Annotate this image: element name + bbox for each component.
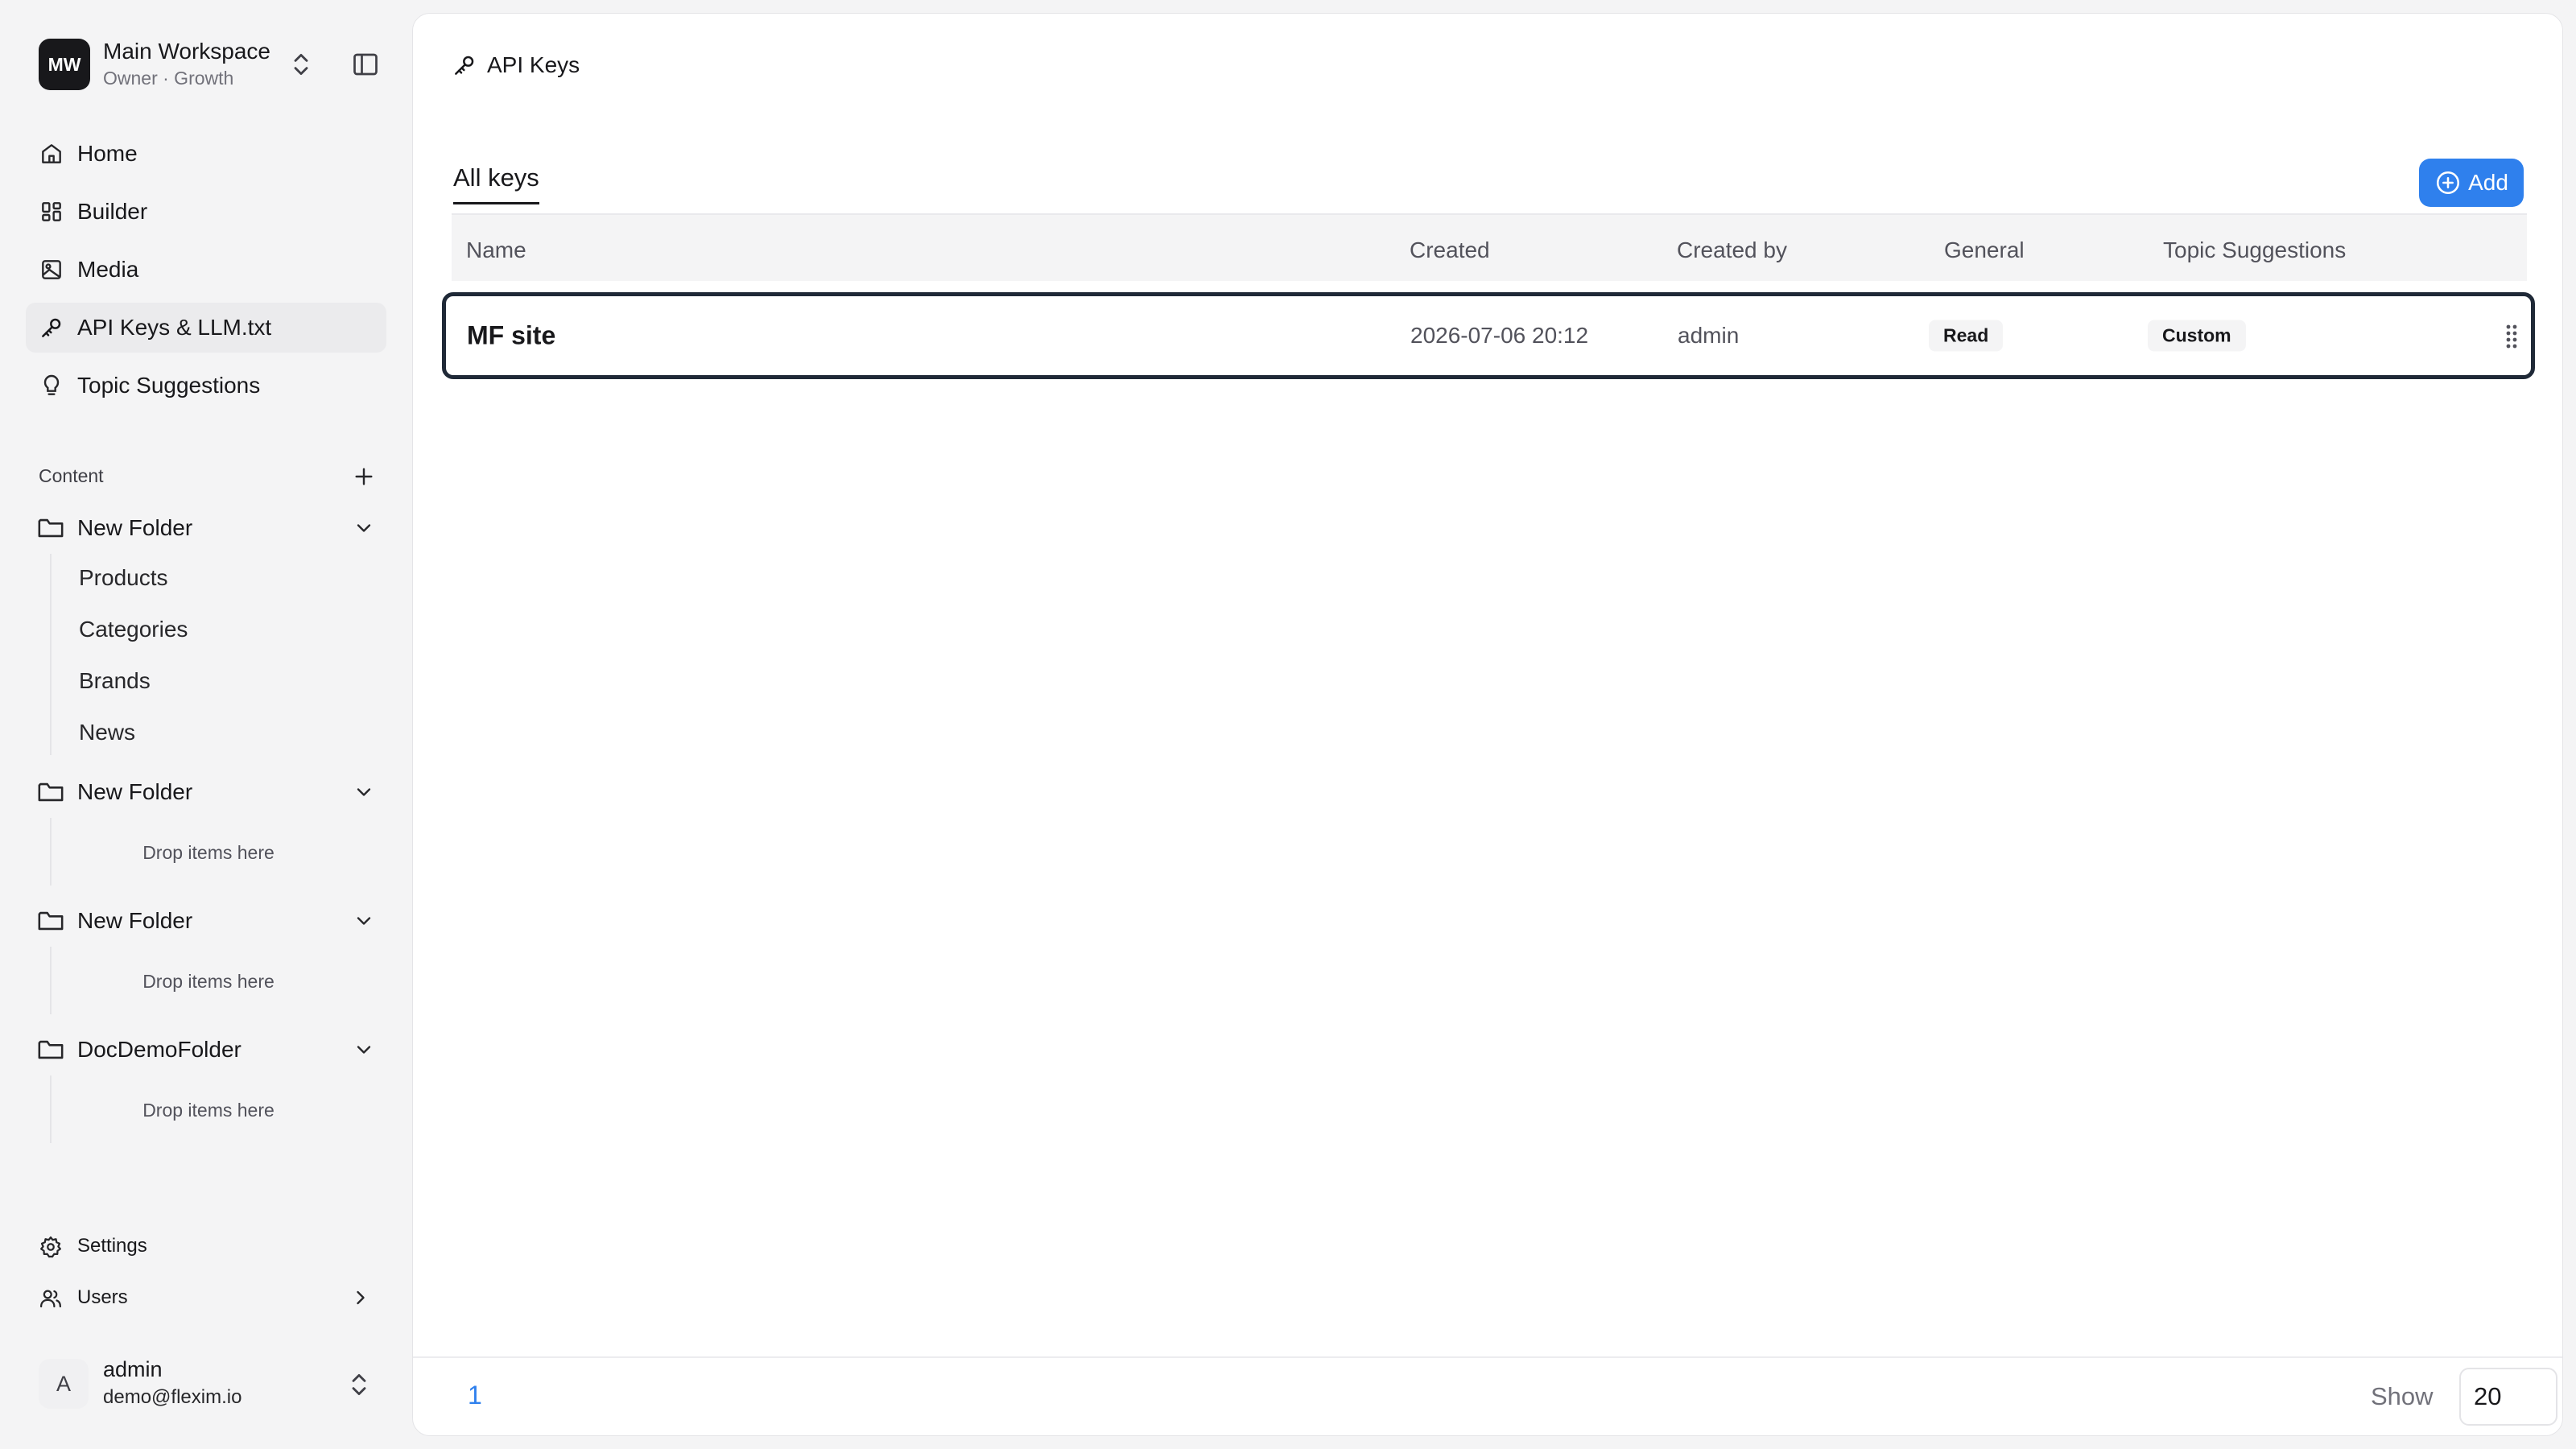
- home-icon: [42, 144, 61, 163]
- lightbulb-icon: [43, 374, 60, 395]
- chevron-down-icon[interactable]: [353, 910, 375, 932]
- page-size-input[interactable]: [2459, 1368, 2557, 1426]
- table-header: Name Created Created by General Topic Su…: [452, 213, 2527, 281]
- key-name: MF site: [467, 320, 556, 350]
- sidebar-item-builder[interactable]: Builder: [26, 187, 386, 237]
- table-row[interactable]: MF site 2026-07-06 20:12 admin Read Cust…: [442, 292, 2535, 379]
- sidebar-item-label: Users: [77, 1286, 128, 1308]
- users-icon: [40, 1290, 61, 1308]
- folder-child-news[interactable]: News: [79, 720, 135, 745]
- main-panel: API Keys All keys Add Name Created Creat…: [412, 13, 2563, 1436]
- sidebar-item-label: Topic Suggestions: [77, 373, 261, 398]
- plus-icon[interactable]: [351, 464, 377, 489]
- folder-child-products[interactable]: Products: [79, 565, 168, 591]
- tree-line: [50, 554, 52, 755]
- sidebar-item-label: API Keys & LLM.txt: [77, 315, 272, 340]
- drop-zone[interactable]: Drop items here: [52, 842, 365, 864]
- workspace-subtitle: Owner · Growth: [103, 68, 234, 89]
- sidebar-item-api-keys[interactable]: API Keys & LLM.txt: [26, 303, 386, 353]
- column-header-created-by[interactable]: Created by: [1677, 237, 1787, 263]
- column-header-created[interactable]: Created: [1410, 237, 1490, 263]
- folder-item[interactable]: New Folder: [26, 770, 386, 815]
- chevron-down-icon[interactable]: [353, 1038, 375, 1061]
- column-header-name[interactable]: Name: [466, 237, 526, 263]
- folder-name: New Folder: [77, 779, 193, 804]
- sidebar-item-label: Media: [77, 257, 139, 282]
- page-title: API Keys: [452, 49, 580, 81]
- key-icon: [42, 318, 61, 337]
- avatar: A: [39, 1359, 89, 1409]
- topic-suggestions-permission-badge: Custom: [2148, 320, 2246, 352]
- user-menu[interactable]: A admin demo@flexim.io: [39, 1357, 385, 1414]
- content-section-label: Content: [39, 465, 104, 486]
- chevron-up-down-icon[interactable]: [348, 1368, 370, 1401]
- folder-item[interactable]: New Folder: [26, 898, 386, 943]
- sidebar-item-topic-suggestions[interactable]: Topic Suggestions: [26, 361, 386, 411]
- sidebar-item-home[interactable]: Home: [26, 129, 386, 179]
- add-key-button[interactable]: Add: [2419, 159, 2524, 207]
- grid-icon: [42, 202, 61, 221]
- sidebar-toggle-icon[interactable]: [351, 50, 380, 79]
- gear-icon: [40, 1236, 61, 1258]
- user-name: admin: [103, 1357, 163, 1381]
- page-title-text: API Keys: [487, 52, 580, 77]
- folder-child-categories[interactable]: Categories: [79, 617, 188, 642]
- chevron-right-icon[interactable]: [349, 1286, 372, 1309]
- folder-name: DocDemoFolder: [77, 1037, 242, 1062]
- folder-icon: [38, 518, 64, 538]
- chevron-down-icon[interactable]: [353, 781, 375, 803]
- sidebar-item-media[interactable]: Media: [26, 245, 386, 295]
- column-header-general[interactable]: General: [1944, 237, 2025, 263]
- workspace-name: Main Workspace: [103, 39, 271, 64]
- sidebar-item-label: Settings: [77, 1235, 147, 1257]
- folder-icon: [38, 1040, 64, 1059]
- folder-name: New Folder: [77, 515, 193, 540]
- sidebar-item-settings[interactable]: Settings: [26, 1225, 386, 1267]
- sidebar: MW Main Workspace Owner · Growth Home Bu…: [0, 0, 411, 1449]
- pagination-footer: 1 Show: [413, 1356, 2562, 1435]
- chevron-up-down-icon[interactable]: [290, 48, 312, 80]
- plus-circle-icon: [2437, 171, 2460, 195]
- drop-zone[interactable]: Drop items here: [52, 971, 365, 993]
- pagination-page-1[interactable]: 1: [468, 1381, 482, 1410]
- key-icon: [455, 56, 474, 75]
- image-icon: [42, 260, 61, 279]
- sidebar-item-users[interactable]: Users: [26, 1277, 386, 1319]
- column-header-topic-suggestions[interactable]: Topic Suggestions: [2163, 237, 2346, 263]
- add-button-label: Add: [2468, 170, 2508, 195]
- sidebar-item-label: Home: [77, 141, 138, 166]
- folder-item[interactable]: DocDemoFolder: [26, 1027, 386, 1072]
- chevron-down-icon[interactable]: [353, 517, 375, 539]
- sidebar-item-label: Builder: [77, 199, 148, 224]
- tab-all-keys[interactable]: All keys: [453, 163, 539, 204]
- folder-icon: [38, 911, 64, 931]
- folder-name: New Folder: [77, 908, 193, 933]
- workspace-switcher[interactable]: MW Main Workspace Owner · Growth: [39, 39, 385, 90]
- page-size-label: Show: [2371, 1382, 2434, 1410]
- key-created-by: admin: [1678, 323, 1740, 348]
- workspace-avatar: MW: [39, 39, 90, 90]
- drag-handle-icon[interactable]: [2502, 324, 2521, 349]
- general-permission-badge: Read: [1929, 320, 2004, 352]
- drop-zone[interactable]: Drop items here: [52, 1100, 365, 1121]
- folder-item[interactable]: New Folder: [26, 506, 386, 551]
- folder-child-brands[interactable]: Brands: [79, 668, 151, 694]
- key-created: 2026-07-06 20:12: [1410, 323, 1589, 348]
- folder-icon: [38, 782, 64, 802]
- user-email: demo@flexim.io: [103, 1386, 242, 1408]
